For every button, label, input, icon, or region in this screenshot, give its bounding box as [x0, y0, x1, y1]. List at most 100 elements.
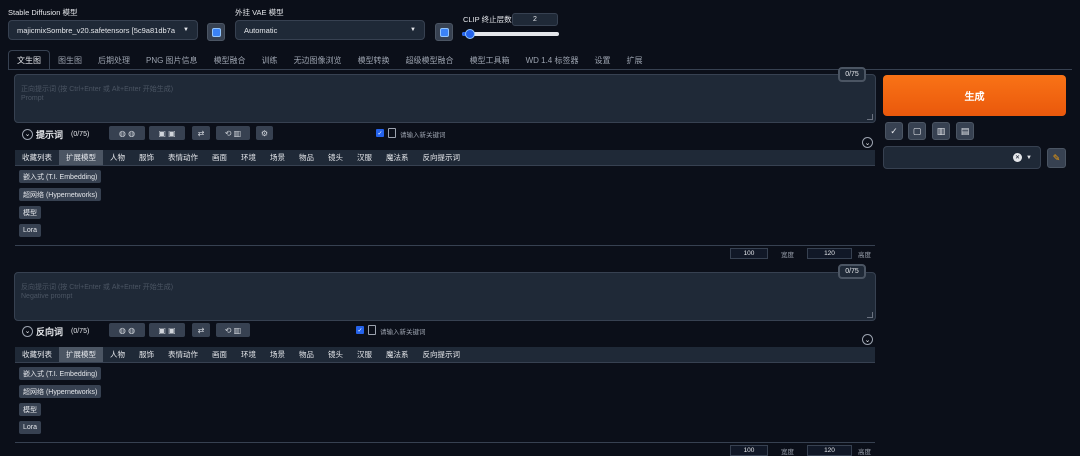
tab-9[interactable]: 模型工具箱	[462, 50, 518, 70]
tab-2[interactable]: 后期处理	[90, 50, 138, 70]
category-tab-9[interactable]: 镜头	[321, 347, 350, 362]
chevron-down-icon[interactable]: ⌄	[22, 128, 33, 140]
tab-divider	[8, 69, 1072, 70]
clip-slider-thumb[interactable]	[464, 29, 475, 39]
category-tab-4[interactable]: 表情动作	[161, 347, 205, 362]
tab-8[interactable]: 超级模型融合	[398, 50, 462, 70]
swap-icon: ⇄	[197, 128, 205, 138]
refresh-vae-button[interactable]	[435, 23, 453, 41]
tab-10[interactable]: WD 1.4 标签器	[518, 50, 587, 70]
prompt-translate-button[interactable]: ◍ ◍	[109, 126, 145, 140]
extension-item-2[interactable]: 模型	[19, 206, 41, 219]
negative-swap-button[interactable]: ⇄	[192, 323, 210, 337]
height-input[interactable]: 120	[807, 248, 852, 259]
category-tab-0[interactable]: 收藏列表	[15, 150, 59, 165]
negative-import-button[interactable]: ▣ ▣	[149, 323, 185, 337]
category-tab-8[interactable]: 物品	[292, 347, 321, 362]
category-tab-10[interactable]: 汉服	[350, 150, 379, 165]
stop-button[interactable]: ▢	[908, 122, 926, 140]
clip-slider-track[interactable]	[462, 32, 559, 36]
resize-handle[interactable]	[867, 312, 873, 318]
category-tab-7[interactable]: 场景	[263, 347, 292, 362]
collapse-icon[interactable]: ⌄	[862, 137, 873, 148]
category-tab-5[interactable]: 画面	[205, 347, 234, 362]
collapse-icon[interactable]: ⌄	[862, 334, 873, 345]
extension-item-1[interactable]: 超网络 (Hypernetworks)	[19, 385, 102, 398]
category-tab-6[interactable]: 环境	[234, 347, 263, 362]
category-tab-2[interactable]: 人物	[103, 150, 132, 165]
height-label: 高度	[858, 449, 871, 456]
tab-6[interactable]: 无边图像浏览	[286, 50, 350, 70]
negative-section-count: (0/75)	[71, 327, 90, 335]
negative-prompt-textarea[interactable]: 反向提示词 (按 Ctrl+Enter 或 Alt+Enter 开始生成) Ne…	[14, 272, 876, 321]
category-tab-5[interactable]: 画面	[205, 150, 234, 165]
tab-4[interactable]: 模型融合	[206, 50, 254, 70]
prompt-placeholder-en: Prompt	[21, 95, 44, 102]
category-tab-0[interactable]: 收藏列表	[15, 347, 59, 362]
extension-item-0[interactable]: 嵌入式 (T.I. Embedding)	[19, 170, 102, 183]
negative-section-header[interactable]: ⌄ 反向词 (0/75)	[22, 323, 89, 339]
category-tab-4[interactable]: 表情动作	[161, 150, 205, 165]
prompt-keyword-checkbox[interactable]: ✓	[376, 129, 384, 137]
generate-button[interactable]: 生成	[883, 75, 1066, 116]
prompt-keyword-placeholder: 请输入新关键词	[400, 132, 446, 139]
category-tab-10[interactable]: 汉服	[350, 347, 379, 362]
category-tab-12[interactable]: 反向提示词	[416, 150, 468, 165]
negative-translate-button[interactable]: ◍ ◍	[109, 323, 145, 337]
negative-placeholder: 反向提示词 (按 Ctrl+Enter 或 Alt+Enter 开始生成)	[21, 284, 174, 291]
extension-item-1[interactable]: 超网络 (Hypernetworks)	[19, 188, 102, 201]
vae-select[interactable]: Automatic ▼	[235, 20, 425, 40]
prompt-settings-button[interactable]: ⚙	[256, 126, 273, 140]
width-input[interactable]: 100	[730, 248, 768, 259]
category-tab-8[interactable]: 物品	[292, 150, 321, 165]
extension-item-0[interactable]: 嵌入式 (T.I. Embedding)	[19, 367, 102, 380]
category-tab-12[interactable]: 反向提示词	[416, 347, 468, 362]
extension-item-2[interactable]: 模型	[19, 403, 41, 416]
styles-select[interactable]: ✕ ▼	[883, 146, 1041, 169]
check-button[interactable]: ✓	[885, 122, 903, 140]
delete-button[interactable]: ▥	[932, 122, 950, 140]
negative-keyword-checkbox[interactable]: ✓	[356, 326, 364, 334]
chevron-down-icon[interactable]: ⌄	[22, 325, 33, 337]
resize-handle[interactable]	[867, 114, 873, 120]
tab-12[interactable]: 扩展	[618, 50, 650, 70]
negative-clear-button[interactable]: ⟲ ▥	[216, 323, 250, 337]
category-tab-7[interactable]: 场景	[263, 150, 292, 165]
chevron-down-icon: ▼	[1026, 154, 1032, 161]
swap-icon: ⇄	[197, 325, 205, 335]
tab-1[interactable]: 图生图	[50, 50, 90, 70]
clip-value-input[interactable]: 2	[512, 13, 558, 26]
prompt-section-header[interactable]: ⌄ 提示词 (0/75)	[22, 126, 89, 142]
prompt-keyword-input[interactable]	[388, 128, 396, 138]
clipboard-button[interactable]: ▤	[956, 122, 974, 140]
model-select[interactable]: majicmixSombre_v20.safetensors [5c9a81db…	[8, 20, 198, 40]
refresh-model-button[interactable]	[207, 23, 225, 41]
category-tab-11[interactable]: 魔法系	[379, 347, 416, 362]
trash-icon: ⟲ ▥	[224, 325, 242, 335]
extension-item-3[interactable]: Lora	[19, 421, 42, 434]
category-tab-2[interactable]: 人物	[103, 347, 132, 362]
prompt-textarea[interactable]: 正向提示词 (按 Ctrl+Enter 或 Alt+Enter 开始生成) Pr…	[14, 74, 876, 123]
category-tab-9[interactable]: 镜头	[321, 150, 350, 165]
tab-5[interactable]: 训练	[254, 50, 286, 70]
category-tab-1[interactable]: 扩展模型	[59, 347, 103, 362]
extension-item-3[interactable]: Lora	[19, 224, 42, 237]
tab-0[interactable]: 文生图	[8, 50, 50, 70]
edit-styles-button[interactable]: ✎	[1047, 148, 1066, 168]
tab-3[interactable]: PNG 图片信息	[138, 50, 206, 70]
prompt-swap-button[interactable]: ⇄	[192, 126, 210, 140]
negative-token-counter: 0/75	[838, 264, 866, 279]
category-tab-1[interactable]: 扩展模型	[59, 150, 103, 165]
prompt-import-button[interactable]: ▣ ▣	[149, 126, 185, 140]
refresh-icon	[211, 27, 221, 37]
prompt-clear-button[interactable]: ⟲ ▥	[216, 126, 250, 140]
category-tab-6[interactable]: 环境	[234, 150, 263, 165]
gear-icon: ⚙	[260, 128, 269, 138]
category-tab-3[interactable]: 服饰	[132, 347, 161, 362]
tab-7[interactable]: 模型转换	[350, 50, 398, 70]
negative-keyword-input[interactable]	[368, 325, 376, 335]
category-tab-3[interactable]: 服饰	[132, 150, 161, 165]
tab-11[interactable]: 设置	[586, 50, 618, 70]
category-tab-11[interactable]: 魔法系	[379, 150, 416, 165]
clear-icon[interactable]: ✕	[1013, 153, 1023, 162]
